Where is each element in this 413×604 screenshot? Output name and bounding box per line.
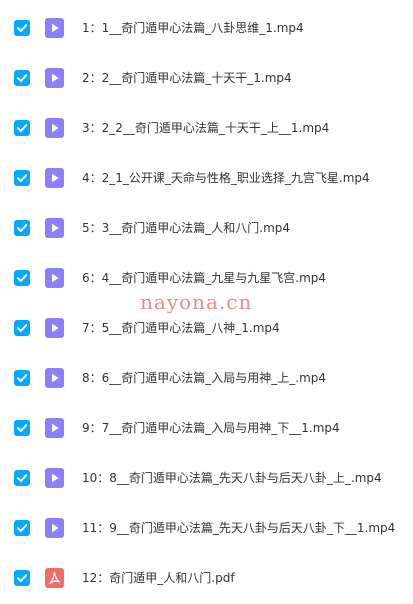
file-row[interactable]: 12：奇门遁甲_人和八门.pdf — [0, 553, 413, 603]
file-row[interactable]: 2：2__奇门遁甲心法篇_十天干_1.mp4 — [0, 53, 413, 103]
checkbox[interactable] — [14, 420, 30, 436]
file-name[interactable]: 11：9__奇门遁甲心法篇_先天八卦与后天八卦_下__1.mp4 — [82, 520, 395, 536]
file-row[interactable]: 1：1__奇门遁甲心法篇_八卦思维_1.mp4 — [0, 3, 413, 53]
checkbox[interactable] — [14, 520, 30, 536]
checkbox[interactable] — [14, 20, 30, 36]
file-name[interactable]: 7：5__奇门遁甲心法篇_八神_1.mp4 — [82, 320, 280, 336]
file-name[interactable]: 9：7__奇门遁甲心法篇_入局与用神_下__1.mp4 — [82, 420, 340, 436]
file-row[interactable]: 4：2_1_公开课_天命与性格_职业选择_九宫飞星.mp4 — [0, 153, 413, 203]
file-row[interactable]: 11：9__奇门遁甲心法篇_先天八卦与后天八卦_下__1.mp4 — [0, 503, 413, 553]
checkbox[interactable] — [14, 370, 30, 386]
file-name[interactable]: 6：4__奇门遁甲心法篇_九星与九星飞宫.mp4 — [82, 270, 326, 286]
video-file-icon — [45, 418, 64, 438]
file-name[interactable]: 10：8__奇门遁甲心法篇_先天八卦与后天八卦_上_.mp4 — [82, 470, 382, 486]
file-name[interactable]: 5：3__奇门遁甲心法篇_人和八门.mp4 — [82, 220, 290, 236]
checkbox[interactable] — [14, 320, 30, 336]
file-row[interactable]: 3：2_2__奇门遁甲心法篇_十天干_上__1.mp4 — [0, 103, 413, 153]
file-name[interactable]: 3：2_2__奇门遁甲心法篇_十天干_上__1.mp4 — [82, 120, 329, 136]
video-file-icon — [45, 318, 64, 338]
file-name[interactable]: 1：1__奇门遁甲心法篇_八卦思维_1.mp4 — [82, 20, 304, 36]
video-file-icon — [45, 68, 64, 88]
file-name[interactable]: 12：奇门遁甲_人和八门.pdf — [82, 570, 235, 586]
video-file-icon — [45, 18, 64, 38]
video-file-icon — [45, 368, 64, 388]
file-name[interactable]: 2：2__奇门遁甲心法篇_十天干_1.mp4 — [82, 70, 292, 86]
file-name[interactable]: 8：6__奇门遁甲心法篇_入局与用神_上_.mp4 — [82, 370, 326, 386]
checkbox[interactable] — [14, 120, 30, 136]
video-file-icon — [45, 168, 64, 188]
video-file-icon — [45, 518, 64, 538]
file-row[interactable]: 9：7__奇门遁甲心法篇_入局与用神_下__1.mp4 — [0, 403, 413, 453]
file-row[interactable]: 6：4__奇门遁甲心法篇_九星与九星飞宫.mp4 — [0, 253, 413, 303]
checkbox[interactable] — [14, 220, 30, 236]
video-file-icon — [45, 118, 64, 138]
video-file-icon — [45, 468, 64, 488]
checkbox[interactable] — [14, 270, 30, 286]
checkbox[interactable] — [14, 170, 30, 186]
file-list: 1：1__奇门遁甲心法篇_八卦思维_1.mp4 2：2__奇门遁甲心法篇_十天干… — [0, 0, 413, 604]
checkbox[interactable] — [14, 570, 30, 586]
file-name[interactable]: 4：2_1_公开课_天命与性格_职业选择_九宫飞星.mp4 — [82, 170, 370, 186]
file-row[interactable]: 8：6__奇门遁甲心法篇_入局与用神_上_.mp4 — [0, 353, 413, 403]
video-file-icon — [45, 218, 64, 238]
checkbox[interactable] — [14, 470, 30, 486]
video-file-icon — [45, 268, 64, 288]
file-row[interactable]: 10：8__奇门遁甲心法篇_先天八卦与后天八卦_上_.mp4 — [0, 453, 413, 503]
file-row[interactable]: 5：3__奇门遁甲心法篇_人和八门.mp4 — [0, 203, 413, 253]
checkbox[interactable] — [14, 70, 30, 86]
pdf-file-icon — [45, 568, 64, 588]
file-row[interactable]: 7：5__奇门遁甲心法篇_八神_1.mp4 — [0, 303, 413, 353]
